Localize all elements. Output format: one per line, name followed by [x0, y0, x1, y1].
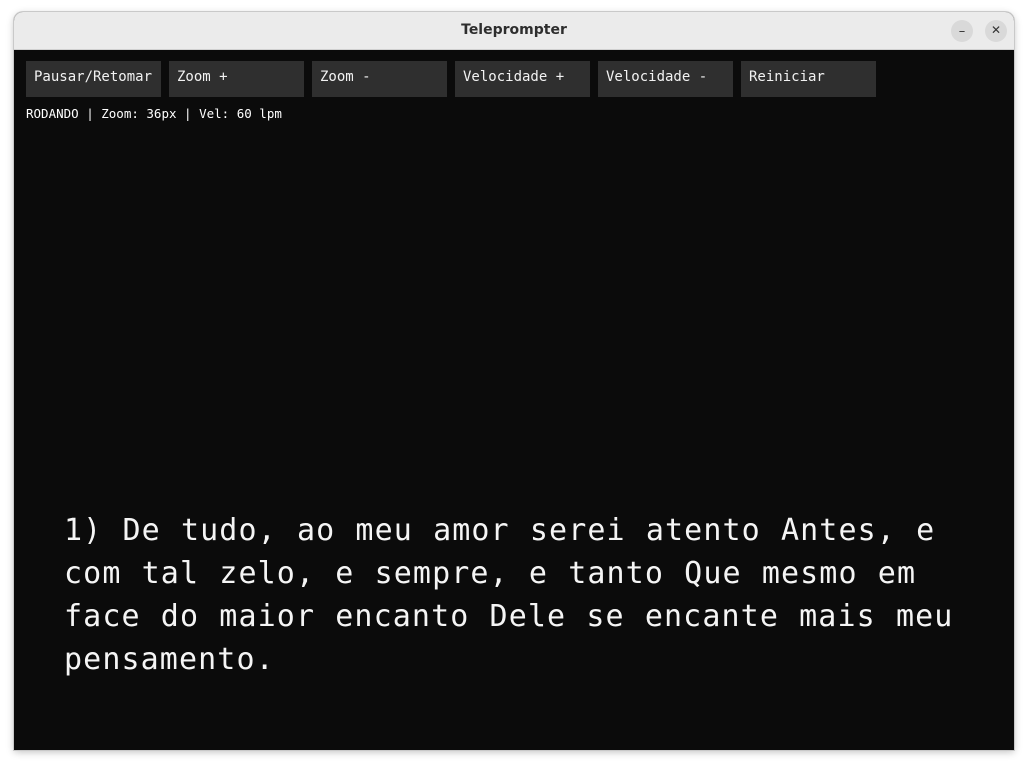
minimize-icon[interactable]: – — [951, 20, 973, 42]
zoom-in-button[interactable]: Zoom + — [169, 61, 304, 97]
prompter-area: Pausar/Retomar Zoom + Zoom - Velocidade … — [14, 50, 1014, 750]
restart-button[interactable]: Reiniciar — [741, 61, 876, 97]
speed-up-button[interactable]: Velocidade + — [455, 61, 590, 97]
teleprompter-window: Teleprompter – ✕ Pausar/Retomar Zoom + Z… — [14, 12, 1014, 750]
pause-resume-button[interactable]: Pausar/Retomar — [26, 61, 161, 97]
speed-down-button[interactable]: Velocidade - — [598, 61, 733, 97]
status-line: RODANDO | Zoom: 36px | Vel: 60 lpm — [26, 106, 282, 121]
titlebar: Teleprompter – ✕ — [14, 12, 1014, 50]
window-title: Teleprompter — [461, 22, 567, 38]
zoom-out-button[interactable]: Zoom - — [312, 61, 447, 97]
close-icon[interactable]: ✕ — [985, 20, 1007, 42]
script-text: 1) De tudo, ao meu amor serei atento Ant… — [64, 513, 954, 677]
